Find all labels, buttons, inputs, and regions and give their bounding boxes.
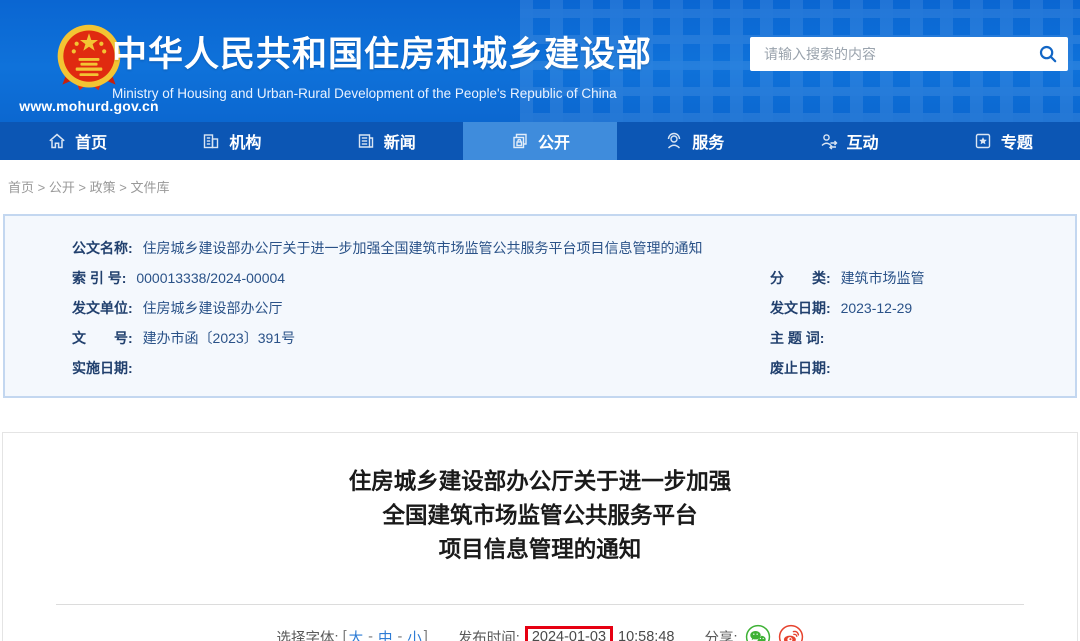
main-nav: 首页 机构 新闻 公开 服务 互动 专题 xyxy=(0,122,1080,160)
share-label: 分享: xyxy=(704,630,738,641)
interaction-icon xyxy=(821,134,838,150)
meta-row-subject: 主 题 词: xyxy=(770,323,1075,353)
nav-item-label: 专题 xyxy=(1000,135,1033,152)
nav-item-label: 新闻 xyxy=(383,135,416,152)
organization-icon xyxy=(204,134,219,149)
doc-no-value: 建办市函〔2023〕391号 xyxy=(142,330,296,346)
site-header: www.mohurd.gov.cn 中华人民共和国住房和城乡建设部 Minist… xyxy=(0,0,1080,122)
doc-name-label: 公文名称: xyxy=(72,240,133,256)
meta-row-doc-name: 公文名称: 住房城乡建设部办公厅关于进一步加强全国建筑市场监管公共服务平台项目信… xyxy=(72,233,1075,263)
font-dash: - xyxy=(397,629,403,641)
article-panel: 住房城乡建设部办公厅关于进一步加强 全国建筑市场监管公共服务平台 项目信息管理的… xyxy=(2,432,1078,641)
site-title-block: 中华人民共和国住房和城乡建设部 Ministry of Housing and … xyxy=(112,26,652,101)
issuer-value: 住房城乡建设部办公厅 xyxy=(142,300,283,316)
publish-date-highlighted: 2024-01-03 xyxy=(524,626,614,641)
article-title-line1: 住房城乡建设部办公厅关于进一步加强 xyxy=(348,469,732,494)
subject-label: 主 题 词: xyxy=(770,330,825,346)
category-label: 分 类: xyxy=(770,270,831,286)
home-icon xyxy=(49,133,65,149)
article-meta-bar: 选择字体: [ 大 - 中 - 小 ] 发布时间: 2024-01-03 10:… xyxy=(3,624,1077,641)
publish-time: 10:58:48 xyxy=(618,629,675,641)
nav-item-label: 首页 xyxy=(75,135,108,152)
issuer-label: 发文单位: xyxy=(72,300,133,316)
topics-icon xyxy=(975,133,991,149)
meta-grid: 索 引 号: 000013338/2024-00004 分 类: 建筑市场监管 … xyxy=(72,263,1075,383)
disclosure-icon xyxy=(513,133,527,149)
publish-label: 发布时间: xyxy=(457,630,520,641)
nav-item-service[interactable]: 服务 xyxy=(617,122,771,160)
weibo-share-icon[interactable] xyxy=(778,624,804,641)
index-label: 索 引 号: xyxy=(72,270,127,286)
meta-row-category: 分 类: 建筑市场监管 xyxy=(770,263,1075,293)
font-size-selector: 选择字体: [ 大 - 中 - 小 ] xyxy=(277,627,428,641)
index-value: 000013338/2024-00004 xyxy=(136,270,286,286)
search-input[interactable] xyxy=(750,37,1028,71)
article-title-line3: 项目信息管理的通知 xyxy=(438,537,642,562)
search-box xyxy=(750,37,1068,71)
nav-item-home[interactable]: 首页 xyxy=(0,122,154,160)
meta-row-doc-no: 文 号: 建办市函〔2023〕391号 xyxy=(72,323,770,353)
document-meta-box: 公文名称: 住房城乡建设部办公厅关于进一步加强全国建筑市场监管公共服务平台项目信… xyxy=(3,214,1077,398)
issue-date-label: 发文日期: xyxy=(770,300,831,316)
font-size-large-link[interactable]: 大 xyxy=(349,627,364,641)
nav-item-organization[interactable]: 机构 xyxy=(154,122,308,160)
font-select-label: 选择字体: xyxy=(276,630,339,641)
nav-item-disclosure[interactable]: 公开 xyxy=(462,122,618,160)
meta-row-impl-date: 实施日期: xyxy=(72,353,770,383)
page: www.mohurd.gov.cn 中华人民共和国住房和城乡建设部 Minist… xyxy=(0,0,1080,641)
bracket-open: [ xyxy=(342,629,347,641)
font-dash: - xyxy=(368,629,373,641)
meta-row-repeal-date: 废止日期: xyxy=(770,353,1075,383)
share-group: 分享: xyxy=(704,624,803,641)
meta-row-index: 索 引 号: 000013338/2024-00004 xyxy=(72,263,770,293)
nav-item-label: 服务 xyxy=(692,135,725,152)
service-icon xyxy=(668,132,681,149)
issue-date-value: 2023-12-29 xyxy=(840,300,913,316)
wechat-share-icon[interactable] xyxy=(745,624,771,641)
impl-date-label: 实施日期: xyxy=(72,360,133,376)
doc-no-label: 文 号: xyxy=(72,330,133,346)
site-title-en: Ministry of Housing and Urban-Rural Deve… xyxy=(112,86,617,101)
publish-time-group: 发布时间: 2024-01-03 10:58:48 xyxy=(457,626,675,641)
font-size-medium-link[interactable]: 中 xyxy=(378,627,393,641)
font-size-small-link[interactable]: 小 xyxy=(407,627,422,641)
category-value: 建筑市场监管 xyxy=(840,270,925,286)
meta-row-issue-date: 发文日期: 2023-12-29 xyxy=(770,293,1075,323)
nav-item-news[interactable]: 新闻 xyxy=(309,122,463,160)
search-button[interactable] xyxy=(1028,37,1068,71)
nav-item-label: 公开 xyxy=(537,135,570,152)
news-icon xyxy=(358,134,373,148)
nav-item-label: 机构 xyxy=(229,135,262,152)
title-divider xyxy=(56,604,1024,605)
breadcrumb[interactable]: 首页 > 公开 > 政策 > 文件库 xyxy=(0,160,1080,196)
site-title-cn: 中华人民共和国住房和城乡建设部 xyxy=(112,35,653,74)
nav-item-topics[interactable]: 专题 xyxy=(926,122,1080,160)
article-title: 住房城乡建设部办公厅关于进一步加强 全国建筑市场监管公共服务平台 项目信息管理的… xyxy=(3,465,1077,567)
doc-name-value: 住房城乡建设部办公厅关于进一步加强全国建筑市场监管公共服务平台项目信息管理的通知 xyxy=(142,240,703,256)
meta-row-issuer: 发文单位: 住房城乡建设部办公厅 xyxy=(72,293,770,323)
nav-item-interaction[interactable]: 互动 xyxy=(771,122,925,160)
nav-item-label: 互动 xyxy=(846,135,879,152)
article-title-line2: 全国建筑市场监管公共服务平台 xyxy=(382,503,698,528)
search-icon xyxy=(1039,45,1057,63)
bracket-close: ] xyxy=(423,629,428,641)
repeal-date-label: 废止日期: xyxy=(770,360,831,376)
